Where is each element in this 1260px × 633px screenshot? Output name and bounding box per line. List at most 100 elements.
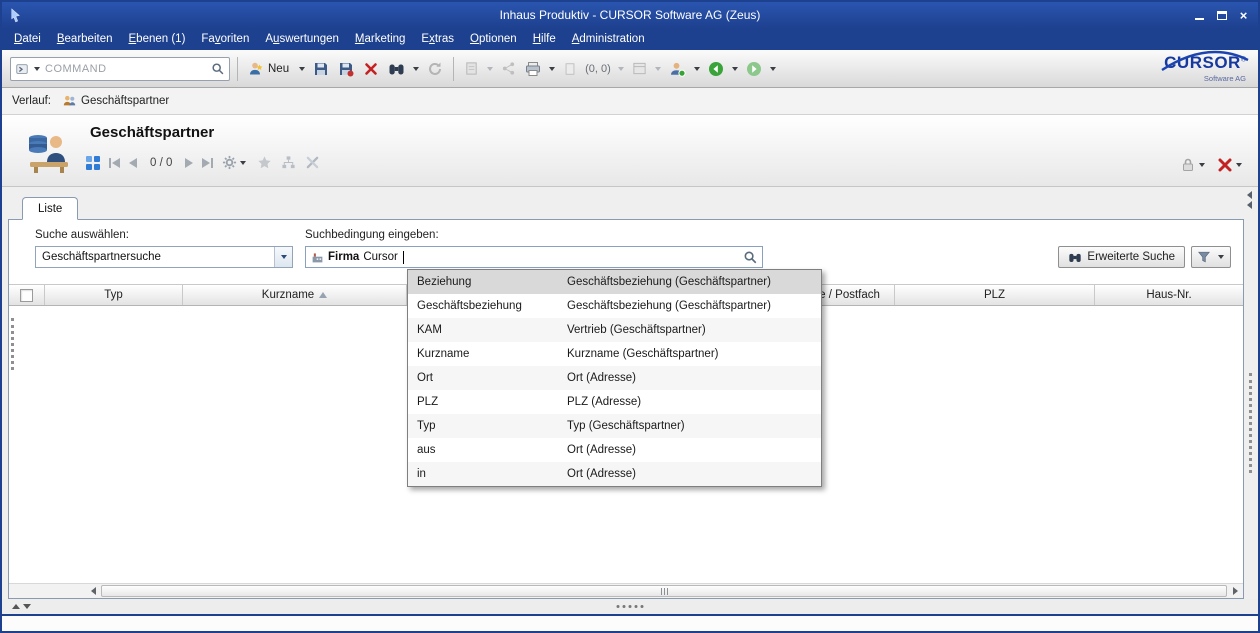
star-icon [257,155,272,170]
last-record-button [202,158,213,168]
suggestion-row-aus[interactable]: ausOrt (Adresse) [408,438,821,462]
delete-record-button[interactable] [1217,157,1244,173]
column-header-plz[interactable]: PLZ [895,285,1095,305]
firma-icon [311,251,324,264]
suggestion-field: KAM [417,324,567,336]
contact-status-icon [669,61,686,77]
horizontal-scrollbar-thumb[interactable] [101,585,1227,597]
suggestion-row-geschäftsbeziehung[interactable]: GeschäftsbeziehungGeschäftsbeziehung (Ge… [408,294,821,318]
scroll-right-button[interactable] [1227,584,1243,598]
suggestion-field: Kurzname [417,348,567,360]
tab-liste[interactable]: Liste [22,197,78,220]
suggestion-row-typ[interactable]: TypTyp (Geschäftspartner) [408,414,821,438]
view-settings-button[interactable] [222,155,248,170]
filter-dropdown-icon[interactable] [1218,255,1224,259]
navigate-back-button[interactable] [705,56,727,82]
menu-item-auswertungen[interactable]: Auswertungen [257,30,347,48]
scroll-left-button[interactable] [85,584,101,598]
search-condition-input[interactable]: Firma Cursor [305,246,763,268]
search-select-combobox[interactable]: Geschäftspartnersuche [35,246,293,268]
view-settings-dropdown-icon[interactable] [240,161,246,165]
navigate-forward-button[interactable] [743,56,765,82]
combobox-arrow[interactable] [274,247,292,267]
suggestion-description: Typ (Geschäftspartner) [567,420,821,432]
filter-button[interactable] [1191,246,1231,268]
menu-item-ebenen-1[interactable]: Ebenen (1) [121,30,194,48]
delete-record-dropdown-icon[interactable] [1236,163,1242,167]
share-icon [501,61,516,76]
refresh-button [424,56,446,82]
search-field-magnifier-icon[interactable] [743,250,758,265]
back-circle-icon [708,61,724,77]
suggestion-row-ort[interactable]: OrtOrt (Adresse) [408,366,821,390]
column-header-select[interactable] [9,285,45,305]
new-record-button[interactable]: Neu [245,56,294,82]
search-dropdown-icon[interactable] [413,67,419,71]
maximize-button[interactable] [1213,8,1230,23]
save-all-button[interactable] [335,56,357,82]
suggestion-row-beziehung[interactable]: BeziehungGeschäftsbeziehung (Geschäftspa… [408,270,821,294]
close-button[interactable]: × [1235,8,1252,23]
page-icon [563,62,577,76]
list-panel: Suche auswählen: Suchbedingung eingeben:… [8,219,1244,599]
column-label: PLZ [984,289,1005,301]
menu-item-bearbeiten[interactable]: Bearbeiten [49,30,121,48]
search-select-value: Geschäftspartnersuche [36,251,274,263]
navigate-forward-dropdown-icon[interactable] [770,67,776,71]
suggestion-row-kam[interactable]: KAMVertrieb (Geschäftspartner) [408,318,821,342]
lock-dropdown-icon[interactable] [1199,163,1205,167]
advanced-search-button[interactable]: Erweiterte Suche [1058,246,1185,268]
collapse-left-icon [1247,201,1252,209]
suggestion-list: BeziehungGeschäftsbeziehung (Geschäftspa… [407,269,822,487]
suggestion-row-in[interactable]: inOrt (Adresse) [408,462,821,486]
next-record-button [185,158,193,168]
column-header-typ[interactable]: Typ [45,285,183,305]
menu-item-marketing[interactable]: Marketing [347,30,414,48]
lock-button[interactable] [1180,157,1207,173]
menu-item-favoriten[interactable]: Favoriten [193,30,257,48]
collapse-buttons[interactable] [1247,191,1252,209]
menu-item-extras[interactable]: Extras [413,30,462,48]
navigate-back-dropdown-icon[interactable] [732,67,738,71]
print-dropdown-icon[interactable] [549,67,555,71]
right-splitter-grip[interactable] [1249,373,1252,473]
coordinates-dropdown-icon [618,67,624,71]
tools-button [305,155,320,170]
bottom-splitter[interactable] [2,599,1258,614]
menu-item-datei[interactable]: Datei [6,30,49,48]
command-input[interactable]: COMMAND [45,63,208,75]
main-toolbar: COMMAND Neu (0, 0) [2,50,1258,88]
splitter-arrows[interactable] [12,604,31,609]
menu-item-optionen[interactable]: Optionen [462,30,525,48]
horizontal-scrollbar[interactable] [85,583,1243,598]
suggestion-row-kurzname[interactable]: KurznameKurzname (Geschäftspartner) [408,342,821,366]
save-button[interactable] [310,56,332,82]
delete-button[interactable] [360,56,382,82]
right-splitter[interactable] [1246,191,1256,583]
suggestion-description: Vertrieb (Geschäftspartner) [567,324,821,336]
history-entry-geschaeftspartner[interactable]: Geschäftspartner [57,92,174,110]
column-header-haus-nr[interactable]: Haus-Nr. [1095,285,1243,305]
left-splitter-grip[interactable] [11,318,14,370]
search-select-label: Suche auswählen: [35,229,129,241]
list-view-icon[interactable] [86,156,100,170]
menu-item-administration[interactable]: Administration [564,30,653,48]
search-button[interactable] [385,56,408,82]
new-record-dropdown-icon[interactable] [299,67,305,71]
command-search-icon[interactable] [211,62,225,76]
minimize-button[interactable] [1191,8,1208,23]
logo-swoosh-icon [1158,48,1250,74]
suggestion-row-plz[interactable]: PLZPLZ (Adresse) [408,390,821,414]
workspace: Liste Suche auswählen: Suchbedingung ein… [2,187,1258,599]
select-all-checkbox[interactable] [20,289,33,302]
new-record-icon [248,61,264,77]
share-button [498,56,519,82]
delete-icon [363,61,379,77]
column-header-kurzname[interactable]: Kurzname [183,285,407,305]
command-combobox[interactable]: COMMAND [10,57,230,81]
online-status-dropdown-icon[interactable] [694,67,700,71]
command-dropdown-icon[interactable] [34,67,40,71]
menu-item-hilfe[interactable]: Hilfe [525,30,564,48]
print-button[interactable] [522,56,544,82]
online-status-button[interactable] [666,56,689,82]
